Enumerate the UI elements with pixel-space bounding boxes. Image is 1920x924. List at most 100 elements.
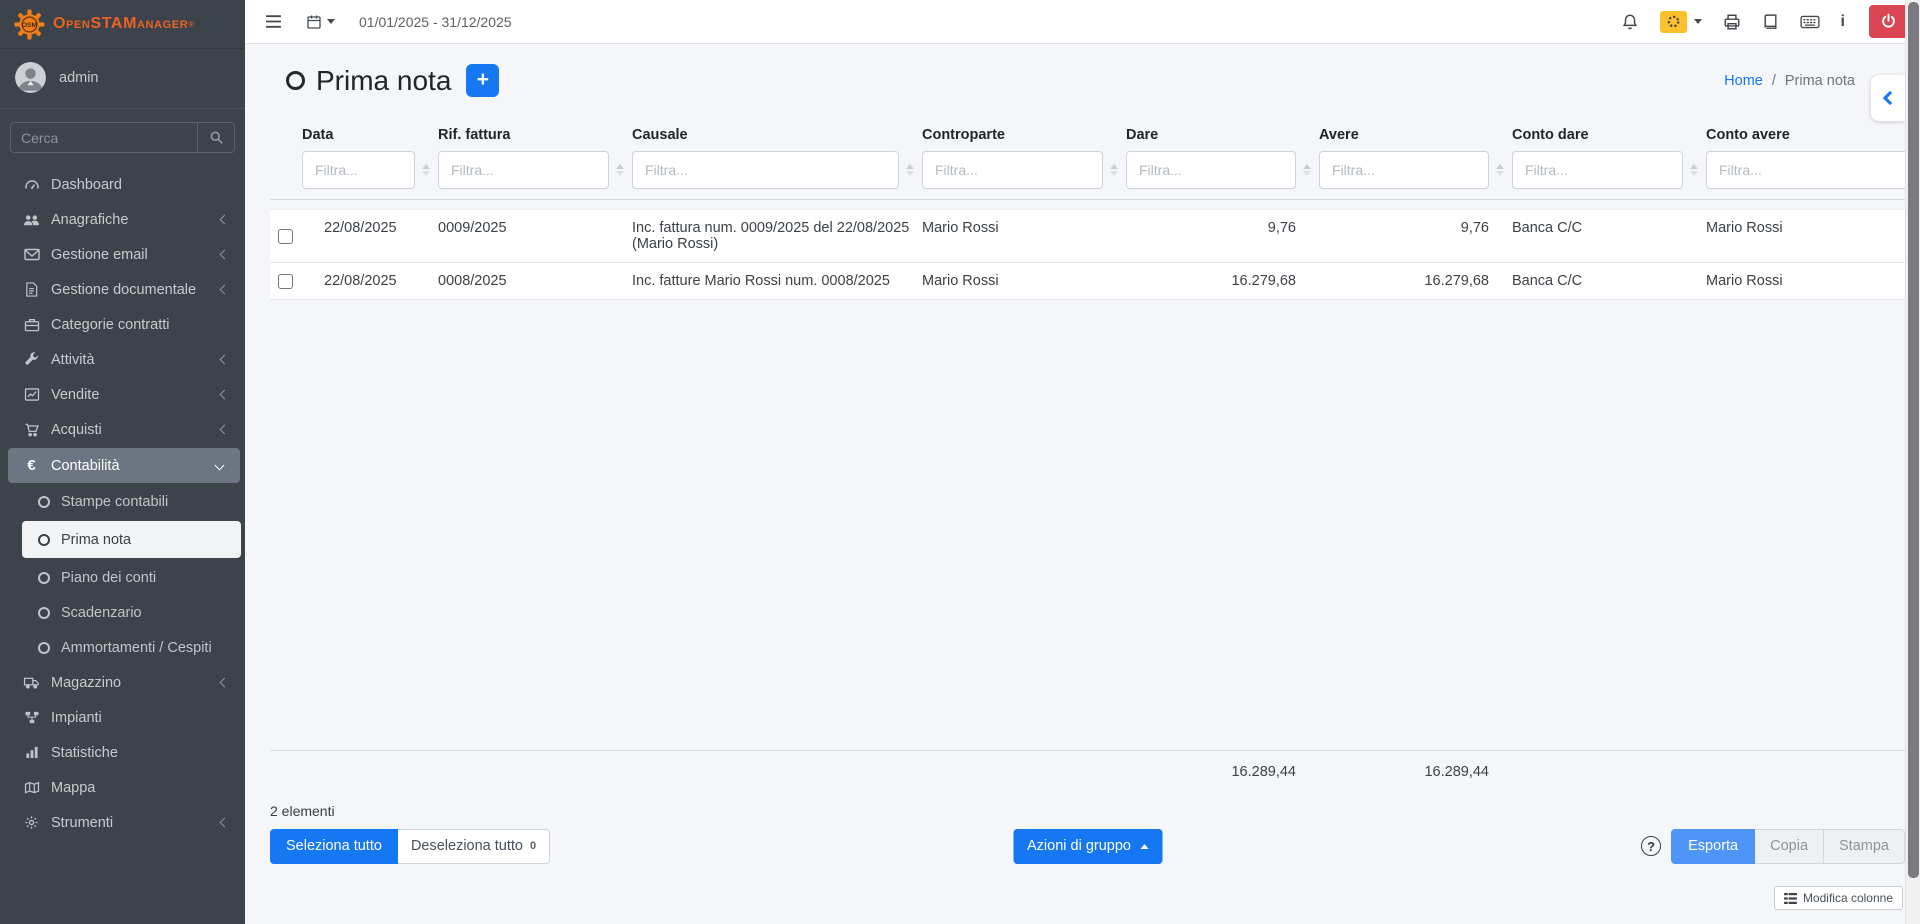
sidebar-item-anagrafiche[interactable]: Anagrafiche xyxy=(0,202,245,237)
column-header-controparte[interactable]: Controparte xyxy=(922,127,1126,143)
sidebar-item-contabilita[interactable]: € Contabilità xyxy=(8,448,240,483)
scrollbar-thumb[interactable] xyxy=(1908,2,1919,878)
caret-down-icon xyxy=(327,19,335,24)
sidebar-item-statistiche[interactable]: Statistiche xyxy=(0,735,245,770)
breadcrumb-home-link[interactable]: Home xyxy=(1724,73,1763,89)
sidebar-item-mappa[interactable]: Mappa xyxy=(0,770,245,805)
edit-columns-button[interactable]: Modifica colonne xyxy=(1774,886,1903,910)
row-checkbox[interactable] xyxy=(278,274,293,289)
user-panel[interactable]: admin xyxy=(0,49,245,109)
deselect-all-button[interactable]: Deseleziona tutto 0 xyxy=(398,829,550,864)
sidebar-item-scadenzario[interactable]: Scadenzario xyxy=(0,595,245,630)
brand-logo[interactable]: OSM OpenSTAManager® xyxy=(0,0,245,49)
user-name: admin xyxy=(59,70,99,86)
table-totals-row: 16.289,44 16.289,44 xyxy=(270,750,1905,780)
export-button-group: Esporta Copia Stampa xyxy=(1671,829,1905,864)
column-header-conto-avere[interactable]: Conto avere xyxy=(1706,127,1905,143)
sort-icons[interactable] xyxy=(1303,164,1315,176)
sidebar-item-magazzino[interactable]: Magazzino xyxy=(0,665,245,700)
filter-controparte-input[interactable] xyxy=(922,151,1103,189)
sidebar-nav: Dashboard Anagrafiche Gestione email Ges… xyxy=(0,162,245,845)
sidebar-item-ammortamenti-cespiti[interactable]: Ammortamenti / Cespiti xyxy=(0,630,245,665)
sort-icons[interactable] xyxy=(1690,164,1702,176)
avatar xyxy=(15,62,46,93)
shortcuts-button[interactable] xyxy=(1800,15,1820,29)
export-button[interactable]: Esporta xyxy=(1671,829,1755,864)
breadcrumb-current: Prima nota xyxy=(1785,73,1855,89)
hamburger-menu-button[interactable] xyxy=(265,14,282,29)
search-button[interactable] xyxy=(197,123,234,152)
circle-icon xyxy=(38,496,50,508)
status-badge-dropdown[interactable] xyxy=(1660,11,1702,33)
warning-badge xyxy=(1660,11,1687,33)
column-header-dare[interactable]: Dare xyxy=(1126,127,1319,143)
sidebar-item-impianti[interactable]: Impianti xyxy=(0,700,245,735)
content: Prima nota + Home / Prima nota Data Rif.… xyxy=(245,44,1920,924)
filter-rif-fattura-input[interactable] xyxy=(438,151,609,189)
column-header-conto-dare[interactable]: Conto dare xyxy=(1512,127,1706,143)
svg-text:OSM: OSM xyxy=(22,22,38,29)
row-count-label: 2 elementi xyxy=(270,803,1905,819)
sort-icons[interactable] xyxy=(906,164,918,176)
printer-icon xyxy=(1723,13,1741,31)
osm-gear-icon: OSM xyxy=(14,9,45,40)
sort-icons[interactable] xyxy=(422,164,434,176)
sidebar-item-piano-dei-conti[interactable]: Piano dei conti xyxy=(0,560,245,595)
total-avere: 16.289,44 xyxy=(1319,751,1512,780)
search-input[interactable] xyxy=(11,123,197,152)
table-row[interactable]: 22/08/2025 0009/2025 Inc. fattura num. 0… xyxy=(270,209,1905,263)
column-header-causale[interactable]: Causale xyxy=(632,127,922,143)
filter-conto-dare-input[interactable] xyxy=(1512,151,1683,189)
print-button[interactable] xyxy=(1723,13,1741,31)
row-checkbox[interactable] xyxy=(278,229,293,244)
modify-columns-row: Modifica colonne xyxy=(270,886,1905,910)
sidebar-item-attivita[interactable]: Attività xyxy=(0,342,245,377)
filter-dare-input[interactable] xyxy=(1126,151,1296,189)
date-range-label[interactable]: 01/01/2025 - 31/12/2025 xyxy=(359,14,512,30)
collapse-panel-button[interactable] xyxy=(1871,75,1905,121)
column-header-rif-fattura[interactable]: Rif. fattura xyxy=(438,127,632,143)
logout-button[interactable] xyxy=(1869,5,1908,38)
circle-icon xyxy=(38,607,50,619)
sidebar-item-categorie-contratti[interactable]: Categorie contratti xyxy=(0,307,245,342)
table-body: 22/08/2025 0009/2025 Inc. fattura num. 0… xyxy=(270,209,1905,300)
notifications-button[interactable] xyxy=(1621,13,1639,31)
select-all-button[interactable]: Seleziona tutto xyxy=(270,829,398,864)
filter-conto-avere-input[interactable] xyxy=(1706,151,1913,189)
sidebar-item-prima-nota[interactable]: Prima nota xyxy=(22,521,241,558)
sidebar-item-gestione-documentale[interactable]: Gestione documentale xyxy=(0,272,245,307)
sidebar-item-acquisti[interactable]: Acquisti xyxy=(0,412,245,447)
sort-icons[interactable] xyxy=(1496,164,1508,176)
help-icon[interactable]: ? xyxy=(1641,836,1661,856)
sidebar-item-dashboard[interactable]: Dashboard xyxy=(0,167,245,202)
sort-icons[interactable] xyxy=(1110,164,1122,176)
chevron-down-icon xyxy=(215,461,225,471)
filter-causale-input[interactable] xyxy=(632,151,899,189)
page-title: Prima nota xyxy=(316,65,451,97)
sidebar-item-strumenti[interactable]: Strumenti xyxy=(0,805,245,840)
deselect-count-badge: 0 xyxy=(530,840,536,852)
table-row[interactable]: 22/08/2025 0008/2025 Inc. fatture Mario … xyxy=(270,263,1905,300)
column-header-data[interactable]: Data xyxy=(302,127,438,143)
briefcase-icon xyxy=(22,318,41,332)
euro-icon: € xyxy=(22,458,41,473)
copy-button[interactable]: Copia xyxy=(1755,829,1824,864)
calendar-dropdown-button[interactable] xyxy=(306,14,335,30)
add-record-button[interactable]: + xyxy=(466,64,499,97)
sidebar-item-stampe-contabili[interactable]: Stampe contabili xyxy=(0,484,245,519)
column-header-avere[interactable]: Avere xyxy=(1319,127,1512,143)
map-icon xyxy=(22,781,41,794)
filter-data-input[interactable] xyxy=(302,151,415,189)
sidebar-item-gestione-email[interactable]: Gestione email xyxy=(0,237,245,272)
group-actions-button[interactable]: Azioni di gruppo xyxy=(1013,829,1162,864)
sort-icons[interactable] xyxy=(616,164,628,176)
filter-avere-input[interactable] xyxy=(1319,151,1489,189)
register-button[interactable] xyxy=(1762,13,1779,30)
caret-down-icon xyxy=(1694,19,1702,24)
sidebar-item-vendite[interactable]: Vendite xyxy=(0,377,245,412)
brand-registered-mark: ® xyxy=(188,20,194,29)
chart-line-icon xyxy=(22,388,41,401)
print-table-button[interactable]: Stampa xyxy=(1824,829,1905,864)
network-icon xyxy=(22,711,41,724)
info-button[interactable]: i xyxy=(1841,13,1845,31)
